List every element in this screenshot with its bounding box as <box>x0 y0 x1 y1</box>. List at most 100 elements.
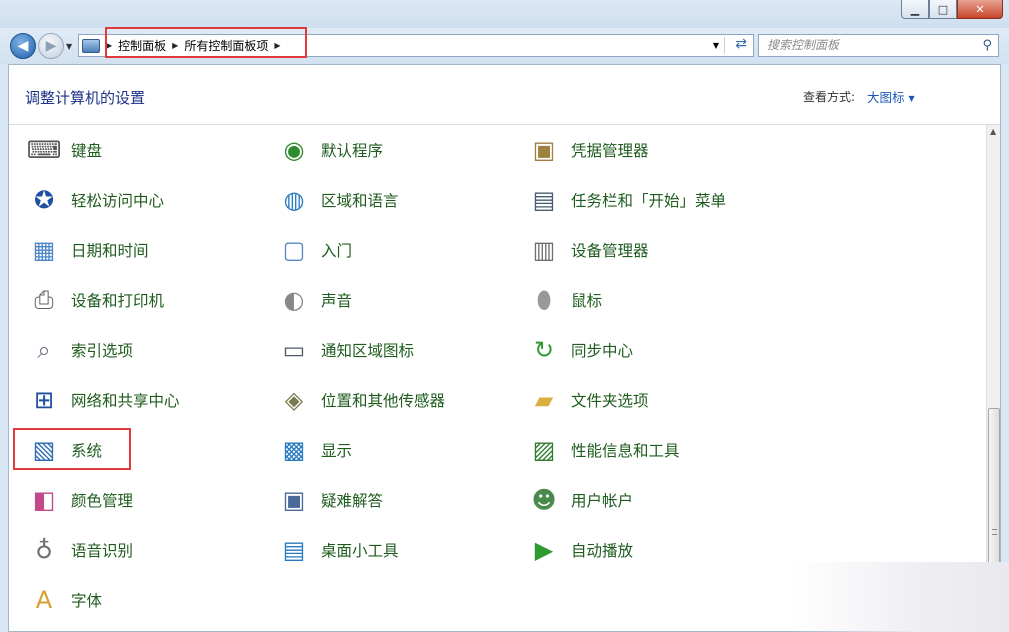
item-label[interactable]: 文件夹选项 <box>571 389 649 411</box>
maximize-button[interactable]: □ <box>929 0 957 19</box>
item-label[interactable]: 颜色管理 <box>71 489 133 511</box>
recent-pages-dropdown[interactable]: ▼ <box>66 42 72 51</box>
view-by-dropdown[interactable]: 大图标 ▼ <box>867 87 915 106</box>
item-label[interactable]: 日期和时间 <box>71 239 149 261</box>
control-panel-item[interactable]: ▣ 疑难解答 <box>277 480 383 520</box>
troubleshooting-icon: ▣ <box>282 486 306 514</box>
item-label[interactable]: 桌面小工具 <box>321 539 399 561</box>
user-accounts-icon: ☻ <box>531 486 557 514</box>
item-label[interactable]: 键盘 <box>71 139 102 161</box>
region-language-icon: ◍ <box>283 186 305 214</box>
devices-printers-icon: ⎙ <box>34 286 54 314</box>
control-panel-items: ⌨ 键盘 ◉ 默认程序 ▣ 凭据管理器 ✪ 轻松访问中心 ◍ 区域和语言 ▤ 任务栏和「开始」菜单 ▦ 日… <box>9 125 984 631</box>
control-panel-item[interactable]: ◉ 默认程序 <box>277 130 384 170</box>
speech-recognition-icon: ♁ <box>35 536 53 564</box>
control-panel-item[interactable]: ✪ 轻松访问中心 <box>27 180 164 220</box>
address-divider <box>724 37 725 54</box>
view-by-value[interactable]: 大图标 <box>867 90 905 105</box>
default-programs-icon: ◉ <box>283 136 305 164</box>
item-label[interactable]: 凭据管理器 <box>571 139 649 161</box>
refresh-icon[interactable]: ⇄ <box>735 36 747 52</box>
location-sensors-icon: ◈ <box>284 386 304 414</box>
item-label[interactable]: 位置和其他传感器 <box>321 389 445 411</box>
item-label[interactable]: 用户帐户 <box>571 489 633 511</box>
control-panel-item[interactable]: ▭ 通知区域图标 <box>277 330 414 370</box>
chevron-down-icon[interactable]: ▼ <box>909 94 915 103</box>
notification-area-icon: ▭ <box>282 336 306 364</box>
control-panel-item[interactable]: ◍ 区域和语言 <box>277 180 399 220</box>
control-panel-item[interactable]: ▨ 性能信息和工具 <box>527 430 680 470</box>
close-button[interactable]: ✕ <box>957 0 1003 19</box>
item-label[interactable]: 网络和共享中心 <box>71 389 180 411</box>
control-panel-item[interactable]: ☻ 用户帐户 <box>527 480 633 520</box>
control-panel-icon <box>82 38 100 53</box>
item-label[interactable]: 显示 <box>321 439 352 461</box>
display-icon: ▩ <box>282 436 306 464</box>
item-label[interactable]: 字体 <box>71 589 102 611</box>
control-panel-item[interactable]: ⬮ 鼠标 <box>527 280 602 320</box>
item-label[interactable]: 设备管理器 <box>571 239 649 261</box>
control-panel-item[interactable]: ◈ 位置和其他传感器 <box>277 380 445 420</box>
control-panel-item[interactable]: ▩ 显示 <box>277 430 352 470</box>
item-label[interactable]: 鼠标 <box>571 289 602 311</box>
control-panel-item[interactable]: ▥ 设备管理器 <box>527 230 649 270</box>
control-panel-item[interactable]: ▰ 文件夹选项 <box>527 380 649 420</box>
view-by-label: 查看方式: <box>803 90 856 104</box>
control-panel-item[interactable]: ⌕ 索引选项 <box>27 330 133 370</box>
autoplay-icon: ▶ <box>534 536 554 564</box>
content-header: 调整计算机的设置 查看方式: 大图标 ▼ <box>9 65 1000 125</box>
item-label[interactable]: 默认程序 <box>321 139 383 161</box>
desktop-gadgets-icon: ▤ <box>282 536 306 564</box>
control-panel-item[interactable]: ▣ 凭据管理器 <box>527 130 649 170</box>
item-label[interactable]: 性能信息和工具 <box>571 439 680 461</box>
getting-started-icon: ▢ <box>282 236 306 264</box>
item-label[interactable]: 疑难解答 <box>321 489 383 511</box>
item-label[interactable]: 区域和语言 <box>321 189 399 211</box>
item-label[interactable]: 通知区域图标 <box>321 339 414 361</box>
sound-icon: ◐ <box>283 286 305 314</box>
taskbar-icon: ▤ <box>532 186 556 214</box>
control-panel-item[interactable]: ▤ 任务栏和「开始」菜单 <box>527 180 726 220</box>
control-panel-item[interactable]: ⌨ 键盘 <box>27 130 102 170</box>
back-arrow-icon: ◀ <box>17 38 29 54</box>
item-label[interactable]: 索引选项 <box>71 339 133 361</box>
control-panel-item[interactable]: ⎙ 设备和打印机 <box>27 280 164 320</box>
system-highlight-box <box>13 428 131 470</box>
page-title: 调整计算机的设置 <box>25 89 146 107</box>
control-panel-item[interactable]: ♁ 语音识别 <box>27 530 133 570</box>
search-icon[interactable]: ⚲ <box>982 35 992 56</box>
control-panel-item[interactable]: ▶ 自动播放 <box>527 530 633 570</box>
performance-icon: ▨ <box>532 436 556 464</box>
window-controls: ▁ □ ✕ <box>901 0 1003 19</box>
search-input[interactable]: 搜索控制面板 ⚲ <box>758 34 999 57</box>
item-label[interactable]: 入门 <box>321 239 352 261</box>
back-button[interactable]: ◀ <box>10 33 36 59</box>
control-panel-item[interactable]: ↻ 同步中心 <box>527 330 633 370</box>
control-panel-item[interactable]: ▢ 入门 <box>277 230 352 270</box>
vertical-scrollbar[interactable]: ▲ <box>986 125 1000 631</box>
credential-manager-icon: ▣ <box>532 136 556 164</box>
ease-of-access-icon: ✪ <box>33 186 55 214</box>
control-panel-item[interactable]: ⊞ 网络和共享中心 <box>27 380 180 420</box>
control-panel-item[interactable]: A 字体 <box>27 580 102 620</box>
item-label[interactable]: 声音 <box>321 289 352 311</box>
item-label[interactable]: 语音识别 <box>71 539 133 561</box>
color-management-icon: ◧ <box>32 486 56 514</box>
item-label[interactable]: 同步中心 <box>571 339 633 361</box>
control-panel-item[interactable]: ◧ 颜色管理 <box>27 480 133 520</box>
control-panel-item[interactable]: ▦ 日期和时间 <box>27 230 149 270</box>
item-label[interactable]: 任务栏和「开始」菜单 <box>571 189 726 211</box>
search-placeholder: 搜索控制面板 <box>767 38 840 52</box>
item-label[interactable]: 设备和打印机 <box>71 289 164 311</box>
title-bar: ▁ □ ✕ <box>0 0 1009 28</box>
forward-button[interactable]: ▶ <box>38 33 64 59</box>
item-label[interactable]: 轻松访问中心 <box>71 189 164 211</box>
item-label[interactable]: 自动播放 <box>571 539 633 561</box>
address-dropdown-icon[interactable]: ▼ <box>713 41 719 50</box>
corner-fade <box>789 562 1009 632</box>
folder-options-icon: ▰ <box>534 386 554 414</box>
control-panel-item[interactable]: ◐ 声音 <box>277 280 353 320</box>
scroll-up-icon[interactable]: ▲ <box>990 127 996 136</box>
control-panel-item[interactable]: ▤ 桌面小工具 <box>277 530 399 570</box>
minimize-button[interactable]: ▁ <box>901 0 929 19</box>
